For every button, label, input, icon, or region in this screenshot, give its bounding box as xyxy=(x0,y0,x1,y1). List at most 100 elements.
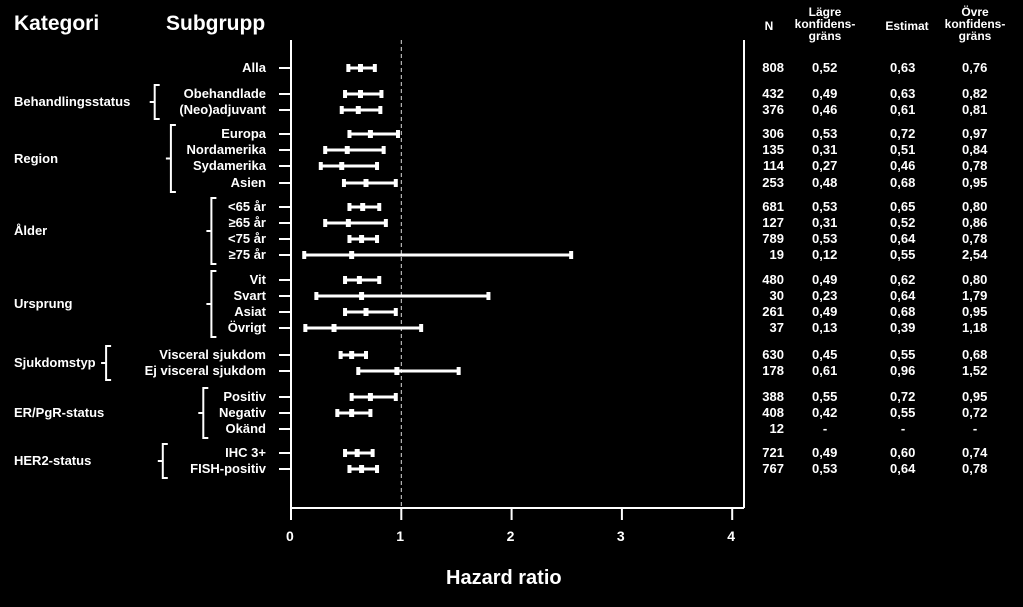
cell-estimate: 0,72 xyxy=(890,126,916,141)
ci-upper-cap xyxy=(375,235,380,243)
cell-lower-ci: 0,46 xyxy=(812,102,838,117)
cell-lower-ci: 0,45 xyxy=(812,347,838,362)
cell-lower-ci: 0,27 xyxy=(812,158,838,173)
ci-lower-cap xyxy=(335,409,340,417)
ci-upper-cap xyxy=(393,308,398,316)
cell-upper-ci: 0,80 xyxy=(962,199,988,214)
cell-upper-ci: 0,82 xyxy=(962,86,988,101)
cell-lower-ci: 0,49 xyxy=(812,272,838,287)
cell-estimate: - xyxy=(900,421,906,436)
estimate-marker xyxy=(357,64,363,72)
estimate-marker xyxy=(345,219,351,227)
estimate-marker xyxy=(355,106,361,114)
cell-upper-ci: 0,86 xyxy=(962,215,988,230)
ci-lower-cap xyxy=(347,465,352,473)
ci-upper-cap xyxy=(393,179,398,187)
estimate-marker xyxy=(349,351,355,359)
estimate-marker xyxy=(331,324,337,332)
ci-upper-cap xyxy=(370,449,375,457)
ci-upper-cap xyxy=(379,90,384,98)
ci-upper-cap xyxy=(486,292,491,300)
cell-estimate: 0,72 xyxy=(890,389,916,404)
ci-upper-cap xyxy=(372,64,377,72)
estimate-marker xyxy=(359,465,365,473)
ci-upper-cap xyxy=(393,393,398,401)
estimate-marker xyxy=(344,146,350,154)
cell-upper-ci: 1,79 xyxy=(962,288,988,303)
ci-lower-cap xyxy=(338,351,343,359)
ci-upper-cap xyxy=(456,367,461,375)
cell-estimate: 0,68 xyxy=(890,304,916,319)
cell-lower-ci: 0,31 xyxy=(812,215,838,230)
ci-upper-cap xyxy=(378,106,383,114)
subgroup-label: Övrigt xyxy=(227,320,266,335)
subgroup-label: Vit xyxy=(249,272,266,287)
cell-n: 127 xyxy=(762,215,784,230)
cell-estimate: 0,63 xyxy=(890,60,916,75)
ci-upper-cap xyxy=(395,130,400,138)
estimate-marker xyxy=(359,235,365,243)
cell-lower-ci: 0,53 xyxy=(812,231,838,246)
cell-n: 789 xyxy=(762,231,784,246)
ci-upper-cap xyxy=(383,219,388,227)
cell-lower-ci: 0,31 xyxy=(812,142,838,157)
cell-estimate: 0,63 xyxy=(890,86,916,101)
subgroup-label: Alla xyxy=(242,60,266,75)
subgroup-label: ≥75 år xyxy=(228,247,267,262)
cell-upper-ci: 0,95 xyxy=(962,175,988,190)
cell-lower-ci: 0,48 xyxy=(812,175,838,190)
category-label: Behandlingsstatus xyxy=(14,94,131,109)
cell-n: 376 xyxy=(762,102,784,117)
ci-lower-cap xyxy=(343,449,348,457)
cell-estimate: 0,64 xyxy=(890,288,916,303)
cell-upper-ci: 0,84 xyxy=(962,142,988,157)
cell-lower-ci: 0,42 xyxy=(812,405,838,420)
x-tick-label: 0 xyxy=(286,528,294,544)
cell-lower-ci: 0,23 xyxy=(812,288,838,303)
ci-lower-cap xyxy=(302,251,307,259)
cell-estimate: 0,39 xyxy=(890,320,916,335)
estimate-marker xyxy=(363,179,369,187)
cell-upper-ci: 1,18 xyxy=(962,320,988,335)
cell-upper-ci: 0,76 xyxy=(962,60,988,75)
ci-lower-cap xyxy=(339,106,344,114)
cell-n: 178 xyxy=(762,363,784,378)
cell-n: 37 xyxy=(769,320,784,335)
category-label: ER/PgR-status xyxy=(14,405,105,420)
estimate-marker xyxy=(360,203,366,211)
x-tick-label: 3 xyxy=(616,528,625,544)
cell-n: 30 xyxy=(769,288,784,303)
cell-upper-ci: 0,81 xyxy=(962,102,988,117)
cell-estimate: 0,61 xyxy=(890,102,916,117)
cell-n: 721 xyxy=(762,445,784,460)
cell-upper-ci: 0,72 xyxy=(962,405,988,420)
cell-upper-ci: 0,97 xyxy=(962,126,988,141)
category-label: Ålder xyxy=(14,223,48,238)
cell-lower-ci: 0,61 xyxy=(812,363,838,378)
x-tick-label: 1 xyxy=(396,528,405,544)
cell-n: 388 xyxy=(762,389,784,404)
category-label: Ursprung xyxy=(14,296,73,311)
cell-upper-ci: 2,54 xyxy=(962,247,988,262)
cell-estimate: 0,46 xyxy=(890,158,916,173)
ci-lower-cap xyxy=(323,146,328,154)
cell-n: 135 xyxy=(762,142,784,157)
cell-lower-ci: 0,52 xyxy=(812,60,838,75)
subgroup-label: Positiv xyxy=(223,389,266,404)
ci-lower-cap xyxy=(341,179,346,187)
ci-upper-cap xyxy=(419,324,424,332)
ci-lower-cap xyxy=(347,235,352,243)
subgroup-label: Asien xyxy=(230,175,266,190)
cell-upper-ci: 0,78 xyxy=(962,231,988,246)
cell-n: 261 xyxy=(762,304,784,319)
ci-lower-cap xyxy=(343,90,348,98)
cell-n: 808 xyxy=(762,60,784,75)
cell-estimate: 0,55 xyxy=(890,247,916,262)
estimate-marker xyxy=(349,251,355,259)
x-tick-label: 4 xyxy=(727,528,735,544)
estimate-marker xyxy=(349,409,355,417)
cell-upper-ci: 1,52 xyxy=(962,363,988,378)
cell-lower-ci: 0,13 xyxy=(812,320,838,335)
cell-estimate: 0,96 xyxy=(890,363,916,378)
ci-upper-cap xyxy=(364,351,369,359)
